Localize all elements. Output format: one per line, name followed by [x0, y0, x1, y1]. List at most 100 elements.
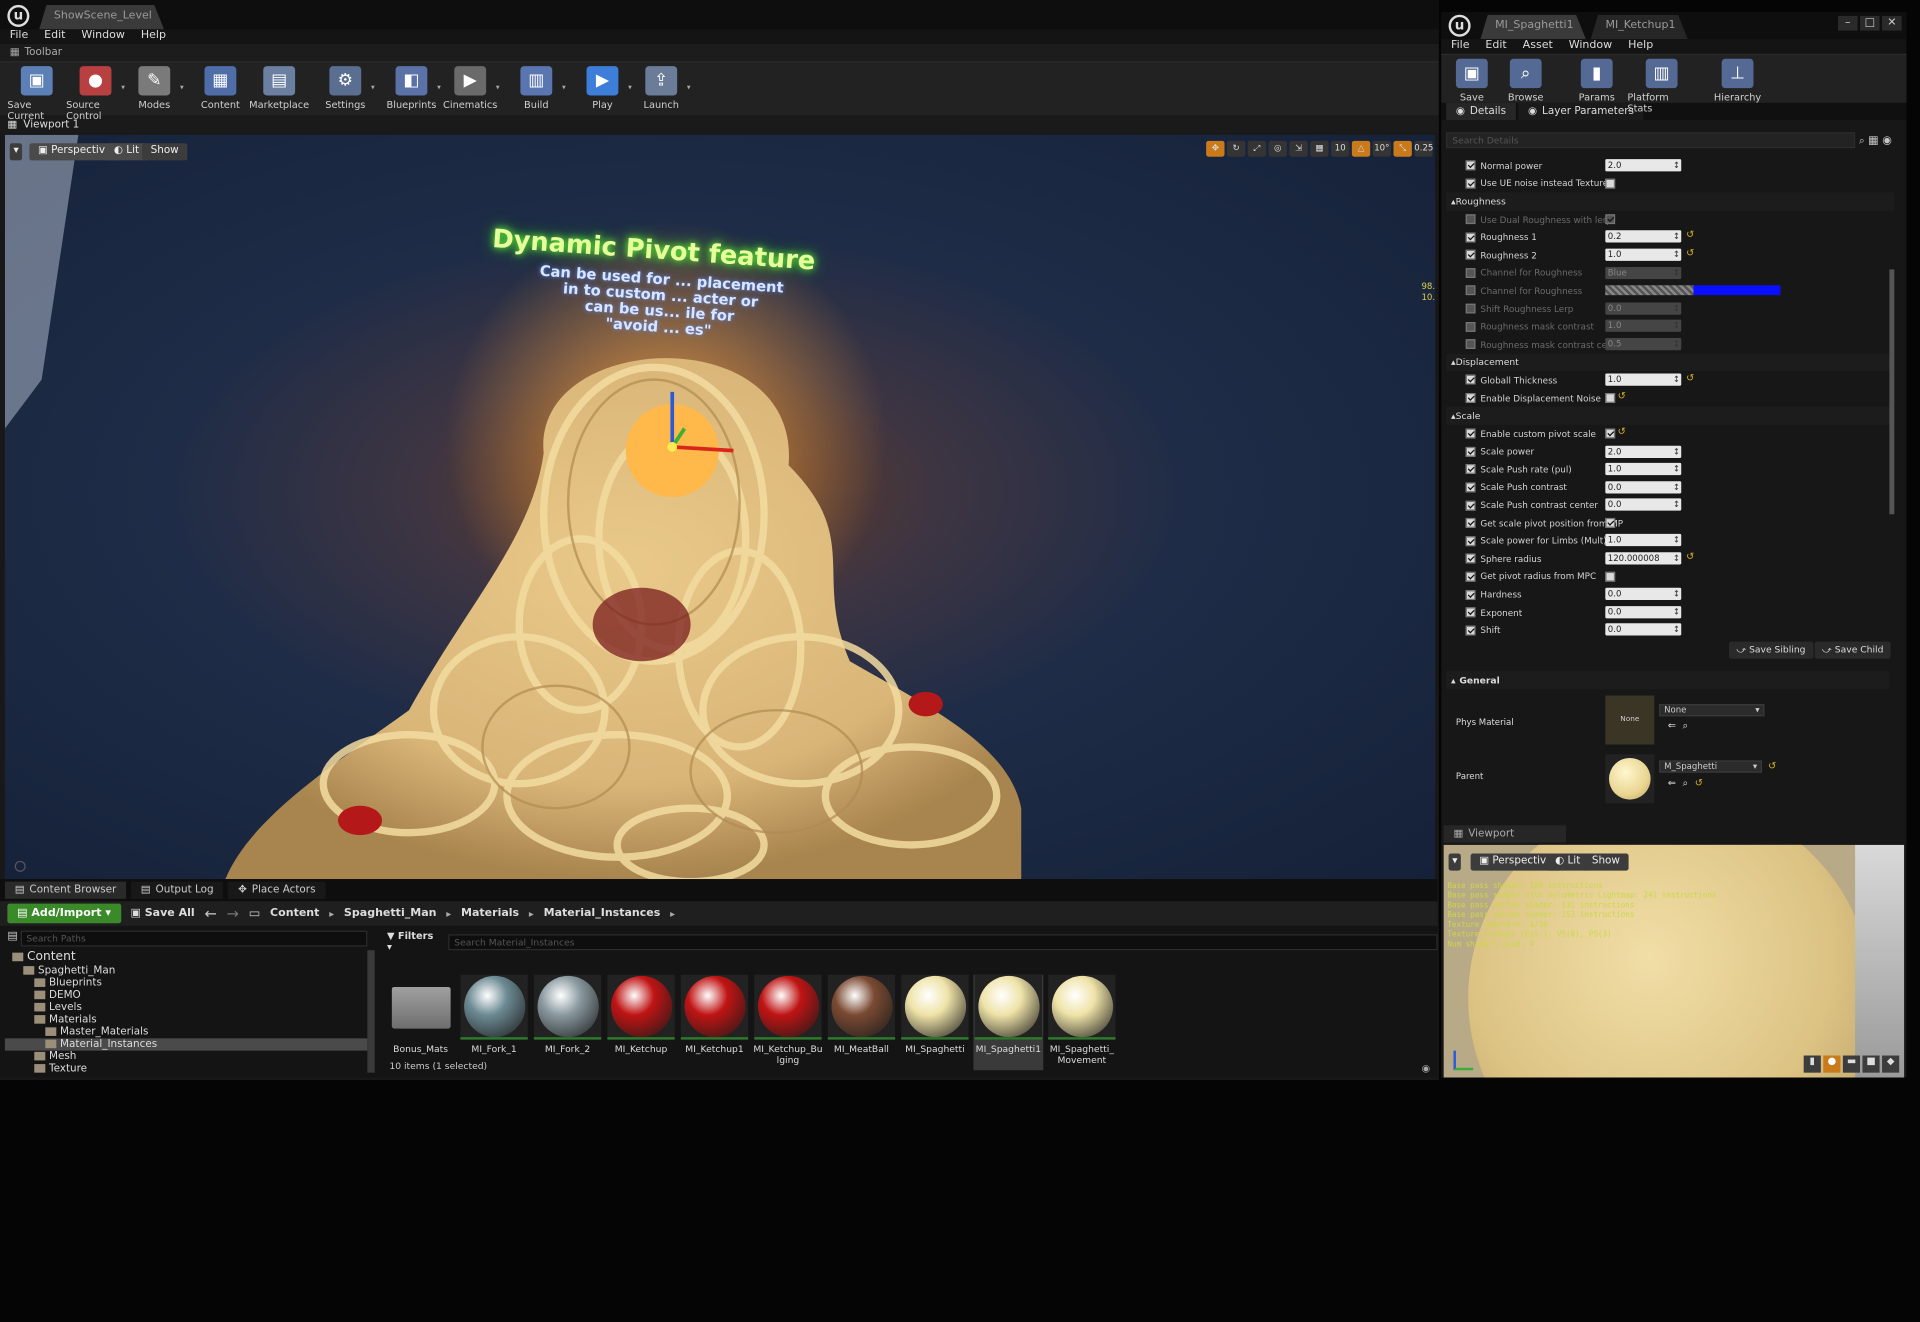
param-enable-checkbox[interactable]	[1465, 607, 1476, 618]
mi-menu-edit[interactable]: Edit	[1485, 39, 1506, 54]
tab-mi-ketchup1[interactable]: MI_Ketchup1	[1591, 15, 1688, 39]
history-back-icon[interactable]: ←	[204, 905, 216, 922]
param-value-input[interactable]: 0.0	[1605, 623, 1682, 637]
param-value-input[interactable]: 0.0	[1605, 605, 1682, 619]
phys-material-thumb[interactable]: None	[1605, 695, 1655, 745]
parent-dropdown[interactable]: M_Spaghetti	[1659, 760, 1763, 773]
tab-output-log[interactable]: ▤ Output Log	[131, 881, 224, 899]
play-button[interactable]: ▶ Play ▾	[573, 66, 632, 110]
param-enable-checkbox[interactable]	[1465, 625, 1476, 636]
grid-snap-value[interactable]: 10	[1331, 140, 1350, 157]
visibility-eye-icon[interactable]: ◉	[1882, 134, 1892, 146]
tree-item-spaghetti-man[interactable]: Spaghetti_Man	[5, 965, 367, 977]
param-value-checkbox[interactable]	[1605, 571, 1616, 582]
level-doc-tab[interactable]: ShowScene_Level	[39, 5, 164, 29]
param-enable-checkbox[interactable]	[1465, 428, 1476, 439]
hierarchy-button[interactable]: ⊥ Hierarchy	[1703, 58, 1772, 103]
param-color-swatch[interactable]	[1605, 285, 1781, 296]
param-value-input[interactable]: 0.5	[1605, 337, 1682, 351]
tree-item-texture[interactable]: Texture	[5, 1063, 367, 1075]
dropdown-arrow-icon[interactable]: ▾	[371, 83, 375, 92]
search-details-input[interactable]: Search Details	[1446, 132, 1856, 149]
param-enable-checkbox[interactable]	[1465, 303, 1476, 314]
parent-reset-icon[interactable]: ↺	[1768, 760, 1776, 771]
breadcrumb-separator-icon[interactable]: ▸	[446, 908, 451, 919]
param-value-input[interactable]: 1.0	[1605, 320, 1682, 333]
details-scrollbar[interactable]	[1889, 269, 1895, 515]
param-value-input[interactable]: 2.0	[1605, 159, 1682, 172]
viewport-info-icon[interactable]	[14, 860, 26, 872]
save-button[interactable]: ▣ Save	[1449, 58, 1496, 103]
param-value-input[interactable]: 2.0	[1605, 445, 1682, 458]
maximize-icon[interactable]: □	[1860, 15, 1880, 31]
breadcrumb-content[interactable]: Content	[270, 907, 319, 919]
menu-window[interactable]: Window	[81, 29, 124, 44]
rotate-snap-icon[interactable]: △	[1351, 140, 1371, 157]
mi-viewport-tab-label[interactable]: Viewport	[1468, 828, 1514, 840]
modes-button[interactable]: ✎ Modes ▾	[125, 66, 184, 110]
params-button[interactable]: ▮ Params	[1573, 58, 1620, 103]
cinematics-button[interactable]: ▶ Cinematics ▾	[441, 66, 500, 110]
scale-snap-value[interactable]: 0.25	[1414, 140, 1433, 157]
asset-mi-spaghetti-movement[interactable]: MI_Spaghetti_Movement	[1047, 974, 1117, 1071]
reset-to-default-icon[interactable]: ↺	[1686, 229, 1694, 240]
search-paths-input[interactable]: Search Paths	[20, 930, 368, 947]
history-forward-icon[interactable]: →	[227, 905, 239, 922]
view-options-eye-icon[interactable]: ◉	[1422, 1063, 1431, 1074]
parent-thumb[interactable]	[1605, 754, 1655, 804]
save-child-button[interactable]: ⤻ Save Child	[1814, 641, 1891, 659]
mi-menu-asset[interactable]: Asset	[1523, 39, 1553, 54]
param-value-input[interactable]: 1.0	[1605, 534, 1682, 547]
preview-cube-icon[interactable]: ■	[1862, 1055, 1880, 1073]
launch-button[interactable]: ⇪ Launch ▾	[632, 66, 691, 110]
viewport-options-button[interactable]: ▾	[9, 143, 23, 161]
param-value-input[interactable]: 1.0	[1605, 248, 1682, 261]
param-value-checkbox[interactable]	[1605, 392, 1616, 403]
asset-bonus-mats[interactable]: Bonus_Mats	[386, 975, 456, 1071]
param-enable-checkbox[interactable]	[1465, 267, 1476, 278]
param-enable-checkbox[interactable]	[1465, 553, 1476, 564]
breadcrumb-spaghetti-man[interactable]: Spaghetti_Man	[344, 907, 437, 919]
parent-browse-icon[interactable]: ⌕	[1682, 778, 1687, 790]
param-enable-checkbox[interactable]	[1465, 250, 1476, 260]
param-value-input[interactable]: Blue	[1605, 266, 1682, 279]
preview-plane-icon[interactable]: ▬	[1842, 1055, 1861, 1073]
param-enable-checkbox[interactable]	[1465, 536, 1476, 546]
transform-rotate-icon[interactable]: ↻	[1226, 140, 1246, 157]
content-button[interactable]: ▦ Content	[191, 66, 250, 110]
section-roughness[interactable]: ▴ Roughness	[1446, 192, 1895, 211]
menu-file[interactable]: File	[10, 29, 28, 44]
browse-button[interactable]: ⌕ Browse	[1502, 58, 1549, 103]
dropdown-arrow-icon[interactable]: ▾	[180, 83, 184, 92]
save-sibling-button[interactable]: ⤻ Save Sibling	[1728, 641, 1813, 659]
tree-item-demo[interactable]: DEMO	[5, 989, 367, 1002]
tree-item-blueprints[interactable]: Blueprints	[5, 977, 367, 989]
section-displacement[interactable]: ▴ Displacement	[1446, 353, 1895, 372]
close-icon[interactable]: ✕	[1882, 15, 1902, 31]
dropdown-arrow-icon[interactable]: ▾	[496, 83, 500, 92]
preview-cylinder-icon[interactable]: ▮	[1803, 1055, 1821, 1073]
asset-mi-spaghetti1[interactable]: MI_Spaghetti1	[973, 974, 1044, 1071]
marketplace-button[interactable]: ▤ Marketplace	[249, 66, 309, 110]
parent-reset-arrow-icon[interactable]: ↺	[1695, 778, 1703, 789]
breadcrumb-separator-icon[interactable]: ▸	[670, 908, 675, 919]
param-enable-checkbox[interactable]	[1465, 214, 1476, 225]
use-selected-arrow-icon[interactable]: ⇐	[1668, 720, 1676, 731]
material-preview-viewport[interactable]: ▾ ▣ Perspective ◐ Lit Show Base pass sha…	[1443, 844, 1905, 1078]
param-enable-checkbox[interactable]	[1465, 482, 1476, 493]
save-all-button[interactable]: ▣ Save All	[130, 907, 194, 919]
level-viewport[interactable]: Dynamic Pivot feature Can be used for ..…	[4, 134, 1436, 880]
surface-snap-icon[interactable]: ⇲	[1289, 140, 1308, 157]
asset-mi-ketchup[interactable]: MI_Ketchup	[606, 974, 676, 1071]
scale-snap-icon[interactable]: ⤡	[1393, 140, 1412, 157]
transform-move-icon[interactable]: ✥	[1206, 140, 1225, 157]
param-enable-checkbox[interactable]	[1465, 321, 1476, 332]
breadcrumb-materials[interactable]: Materials	[461, 907, 519, 919]
param-enable-checkbox[interactable]	[1465, 160, 1476, 171]
param-value-checkbox[interactable]	[1605, 517, 1616, 528]
source-control-button[interactable]: ● Source Control ▾	[66, 66, 125, 121]
section-general[interactable]: ▴ General	[1446, 671, 1890, 689]
menu-help[interactable]: Help	[141, 29, 166, 44]
param-value-checkbox[interactable]	[1605, 428, 1616, 439]
tree-item-material-instances[interactable]: Material_Instances	[4, 1038, 368, 1051]
